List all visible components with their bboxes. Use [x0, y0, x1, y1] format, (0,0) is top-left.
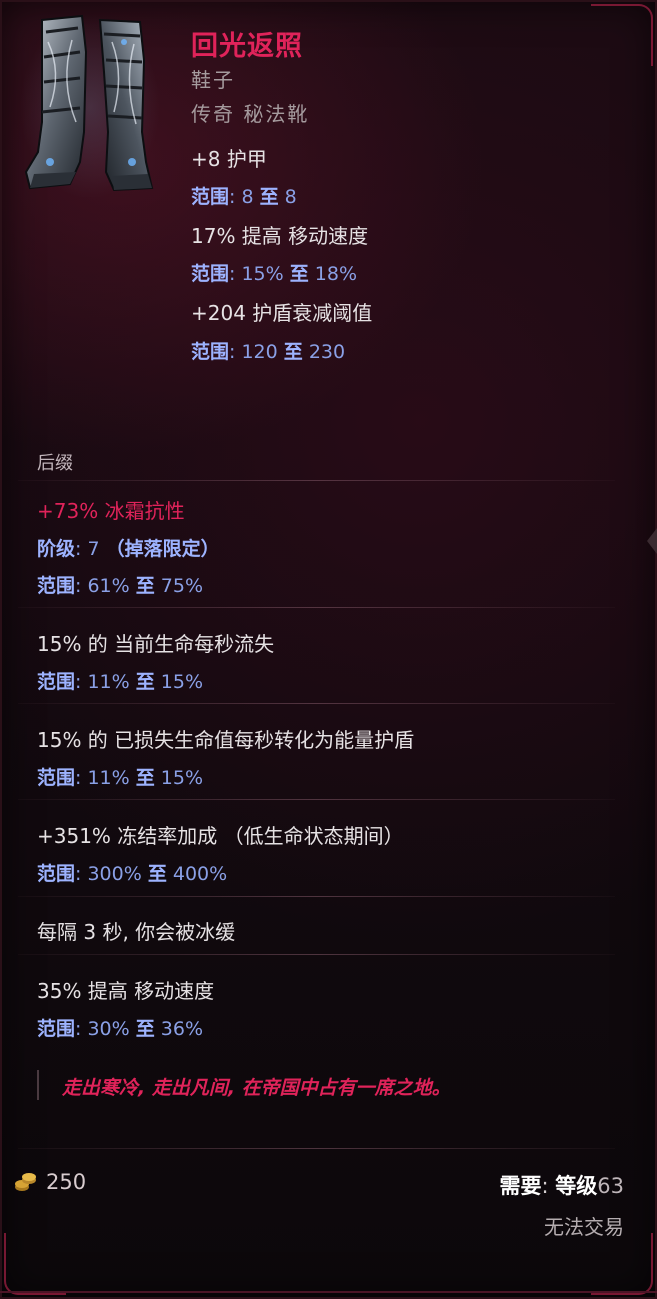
range-start: : 30% — [75, 1018, 136, 1040]
base-stat-armor-range: 范围: 8 至 8 — [191, 182, 297, 209]
range-start: : 300% — [75, 863, 148, 885]
suffix-section-title: 后缀 — [37, 453, 73, 474]
range-label: 范围 — [37, 1018, 76, 1040]
range-to: 至 — [135, 575, 155, 597]
mod-life-to-shield-range: 范围: 11% 至 15% — [37, 763, 203, 790]
requirement-value: 63 — [597, 1174, 624, 1198]
divider — [18, 896, 615, 897]
range-label: 范围 — [37, 575, 76, 597]
divider — [18, 799, 615, 800]
range-to: 至 — [135, 671, 155, 693]
gold-value: 250 — [46, 1170, 87, 1194]
mod-life-loss-range: 范围: 11% 至 15% — [37, 667, 203, 694]
item-base-type: 传奇 秘法靴 — [191, 102, 310, 126]
frame-side-notch — [647, 528, 657, 554]
gold-value-row: 250 — [14, 1170, 86, 1194]
range-to: 至 — [283, 341, 303, 363]
mod-move-speed: 35% 提高 移动速度 — [37, 979, 215, 1003]
trade-status: 无法交易 — [544, 1215, 624, 1239]
mod-life-loss: 15% 的 当前生命每秒流失 — [37, 632, 275, 656]
requirement-prefix: 需要 — [499, 1174, 542, 1198]
mod-periodic-chill: 每隔 3 秒, 你会被冰缓 — [37, 920, 236, 944]
range-label: 范围 — [191, 263, 230, 285]
range-start: : 11% — [75, 767, 136, 789]
frame-corner-bottom-left — [4, 1233, 66, 1295]
mod-life-to-shield: 15% 的 已损失生命值每秒转化为能量护盾 — [37, 728, 415, 752]
gold-coin-icon — [15, 1173, 36, 1191]
frame-corner-top-right — [591, 4, 653, 66]
divider — [18, 703, 615, 704]
range-end: 75% — [154, 575, 204, 597]
range-end: 36% — [154, 1018, 204, 1040]
range-to: 至 — [135, 1018, 155, 1040]
requirement-label: 等级 — [555, 1174, 598, 1198]
mod-frost-resist: +73% 冰霜抗性 — [37, 499, 185, 523]
range-label: 范围 — [37, 863, 76, 885]
mod-freeze-rate-range: 范围: 300% 至 400% — [37, 859, 227, 886]
tier-note: （掉落限定） — [105, 538, 220, 560]
mod-frost-resist-range: 范围: 61% 至 75% — [37, 571, 203, 598]
range-end: 15% — [154, 671, 204, 693]
range-label: 范围 — [191, 341, 230, 363]
range-label: 范围 — [37, 671, 76, 693]
base-stat-shield-threshold-range: 范围: 120 至 230 — [191, 337, 345, 364]
mod-freeze-rate: +351% 冻结率加成 （低生命状态期间） — [37, 824, 404, 848]
range-end: 400% — [166, 863, 228, 885]
range-start: : 61% — [75, 575, 136, 597]
mod-move-speed-range: 范围: 30% 至 36% — [37, 1014, 203, 1041]
item-name: 回光返照 — [191, 31, 303, 62]
tier-label: 阶级 — [37, 538, 76, 560]
armored-boots-icon — [20, 14, 160, 197]
range-label: 范围 — [191, 186, 230, 208]
flavor-text: 走出寒冷, 走出凡间, 在帝国中占有一席之地。 — [62, 1077, 451, 1099]
tier-value: : 7 — [75, 538, 106, 560]
level-requirement: 需要: 等级63 — [500, 1170, 625, 1200]
item-tooltip-panel: 回光返照 鞋子 传奇 秘法靴 +8 护甲 范围: 8 至 8 17% 提高 移动… — [0, 0, 657, 1299]
divider — [18, 1148, 615, 1149]
divider — [18, 954, 615, 955]
mod-frost-resist-tier: 阶级: 7 （掉落限定） — [37, 534, 220, 561]
requirement-sep: : — [541, 1174, 556, 1198]
range-start: : 8 — [229, 186, 260, 208]
range-start: : 120 — [229, 341, 284, 363]
range-end: 230 — [302, 341, 346, 363]
base-stat-move-speed-range: 范围: 15% 至 18% — [191, 259, 357, 286]
range-end: 18% — [308, 263, 358, 285]
range-end: 15% — [154, 767, 204, 789]
divider — [18, 480, 615, 481]
range-to: 至 — [259, 186, 279, 208]
flavor-quote-bar — [37, 1070, 39, 1100]
base-stat-move-speed: 17% 提高 移动速度 — [191, 224, 369, 248]
range-to: 至 — [135, 767, 155, 789]
base-stat-armor: +8 护甲 — [191, 147, 267, 171]
range-to: 至 — [147, 863, 167, 885]
item-category: 鞋子 — [191, 68, 235, 92]
divider — [18, 607, 615, 608]
range-end: 8 — [278, 186, 297, 208]
frame-corner-bottom-right — [591, 1233, 653, 1295]
range-to: 至 — [289, 263, 309, 285]
frame-bottom-line — [0, 1291, 657, 1293]
base-stat-shield-threshold: +204 护盾衰减阈值 — [191, 301, 373, 325]
range-start: : 15% — [229, 263, 290, 285]
range-start: : 11% — [75, 671, 136, 693]
range-label: 范围 — [37, 767, 76, 789]
